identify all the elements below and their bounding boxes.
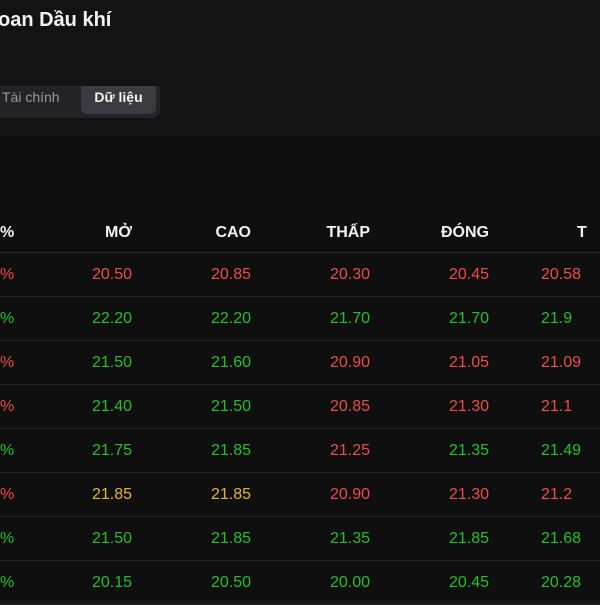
cell-close: 21.30 (370, 472, 489, 517)
cell-close: 21.30 (370, 384, 489, 429)
cell-close: 20.45 (370, 252, 489, 297)
cell-close: 21.70 (370, 296, 489, 341)
table-row[interactable]: % 22.20 22.20 21.70 21.70 21.9 (0, 296, 600, 341)
cell-open: 20.15 (12, 560, 132, 605)
column-header-t[interactable]: T (489, 214, 600, 253)
cell-low: 21.35 (251, 516, 370, 561)
cell-change-pct: % (0, 560, 14, 605)
column-header-open[interactable]: MỞ (12, 214, 132, 253)
cell-t: 20.28 (489, 560, 600, 605)
page-header: oan Dầu khí (0, 0, 600, 87)
tab-financials[interactable]: Tài chính (2, 86, 76, 114)
column-header-high[interactable]: CAO (132, 214, 251, 253)
cell-open: 21.50 (12, 340, 132, 385)
cell-open: 21.85 (12, 472, 132, 517)
table-row[interactable]: % 20.50 20.85 20.30 20.45 20.58 (0, 252, 600, 297)
tab-group: Tài chính Dữ liệu (0, 86, 160, 118)
tab-data[interactable]: Dữ liệu (81, 86, 156, 114)
cell-high: 22.20 (132, 296, 251, 341)
cell-open: 21.50 (12, 516, 132, 561)
cell-low: 20.30 (251, 252, 370, 297)
cell-change-pct: % (0, 384, 14, 429)
cell-open: 20.50 (12, 252, 132, 297)
price-history-table: % MỞ CAO THẤP ĐÓNG T % 20.50 20.85 20.30 20.… (0, 214, 600, 605)
cell-t: 21.2 (489, 472, 600, 517)
table-row[interactable]: % 21.50 21.85 21.35 21.85 21.68 (0, 516, 600, 561)
cell-t: 21.1 (489, 384, 600, 429)
data-panel: % MỞ CAO THẤP ĐÓNG T % 20.50 20.85 20.30 20.… (0, 136, 600, 605)
cell-high: 21.85 (132, 428, 251, 473)
table-row[interactable]: % 21.50 21.60 20.90 21.05 21.09 (0, 340, 600, 385)
cell-close: 21.85 (370, 516, 489, 561)
table-row[interactable]: % 21.85 21.85 20.90 21.30 21.2 (0, 472, 600, 517)
cell-close: 21.05 (370, 340, 489, 385)
table-row[interactable]: % 21.75 21.85 21.25 21.35 21.49 (0, 428, 600, 473)
cell-t: 21.9 (489, 296, 600, 341)
column-header-low[interactable]: THẤP (251, 214, 370, 253)
cell-open: 21.40 (12, 384, 132, 429)
cell-change-pct: % (0, 340, 14, 385)
cell-low: 20.00 (251, 560, 370, 605)
table-row[interactable]: % 20.15 20.50 20.00 20.45 20.28 (0, 560, 600, 605)
cell-high: 20.50 (132, 560, 251, 605)
table-body: % 20.50 20.85 20.30 20.45 20.58% 22.20 22.20 21.… (0, 252, 600, 605)
cell-close: 20.45 (370, 560, 489, 605)
cell-open: 22.20 (12, 296, 132, 341)
cell-open: 21.75 (12, 428, 132, 473)
cell-low: 21.25 (251, 428, 370, 473)
cell-t: 20.58 (489, 252, 600, 297)
cell-t: 21.68 (489, 516, 600, 561)
cell-change-pct: % (0, 472, 14, 517)
column-header-close[interactable]: ĐÓNG (370, 214, 489, 253)
cell-change-pct: % (0, 296, 14, 341)
cell-high: 21.50 (132, 384, 251, 429)
cell-high: 21.60 (132, 340, 251, 385)
page-title: oan Dầu khí (0, 9, 112, 31)
cell-change-pct: % (0, 428, 14, 473)
cell-high: 20.85 (132, 252, 251, 297)
cell-change-pct: % (0, 252, 14, 297)
cell-high: 21.85 (132, 516, 251, 561)
cell-low: 21.70 (251, 296, 370, 341)
cell-t: 21.49 (489, 428, 600, 473)
tab-bar: Tài chính Dữ liệu (0, 86, 600, 136)
column-header-t-label: T (577, 224, 587, 241)
cell-high: 21.85 (132, 472, 251, 517)
table-row[interactable]: % 21.40 21.50 20.85 21.30 21.1 (0, 384, 600, 429)
cell-change-pct: % (0, 516, 14, 561)
cell-low: 20.85 (251, 384, 370, 429)
cell-low: 20.90 (251, 340, 370, 385)
column-header-change-pct[interactable]: % (0, 214, 14, 253)
cell-close: 21.35 (370, 428, 489, 473)
table-header-row: % MỞ CAO THẤP ĐÓNG T (0, 214, 600, 253)
cell-low: 20.90 (251, 472, 370, 517)
cell-t: 21.09 (489, 340, 600, 385)
